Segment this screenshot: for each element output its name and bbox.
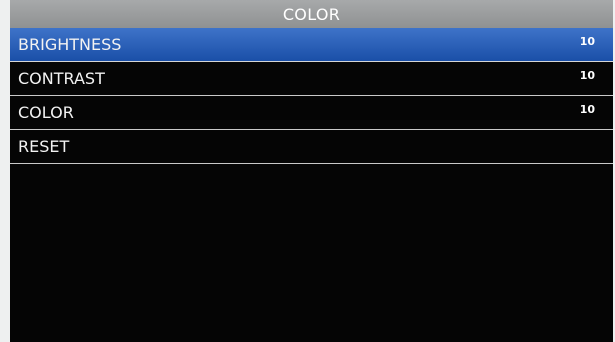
menu-item-label: BRIGHTNESS [18,35,122,54]
menu-title-bar: COLOR [10,0,613,28]
menu-item-value: 10 [579,103,595,116]
menu-item-contrast[interactable]: CONTRAST 10 [10,62,613,96]
menu-item-value: 10 [579,35,595,48]
menu-item-brightness[interactable]: BRIGHTNESS 10 [10,28,613,62]
menu-item-value: 10 [579,69,595,82]
menu-item-label: COLOR [18,103,74,122]
menu-title: COLOR [282,4,341,24]
menu-list: BRIGHTNESS 10 CONTRAST 10 COLOR 10 RESET [10,28,613,164]
menu-item-reset[interactable]: RESET [10,130,613,164]
menu-item-color[interactable]: COLOR 10 [10,96,613,130]
menu-item-label: RESET [18,137,70,156]
osd-screen: COLOR BRIGHTNESS 10 CONTRAST 10 COLOR 10… [10,0,613,342]
menu-item-label: CONTRAST [18,69,105,88]
